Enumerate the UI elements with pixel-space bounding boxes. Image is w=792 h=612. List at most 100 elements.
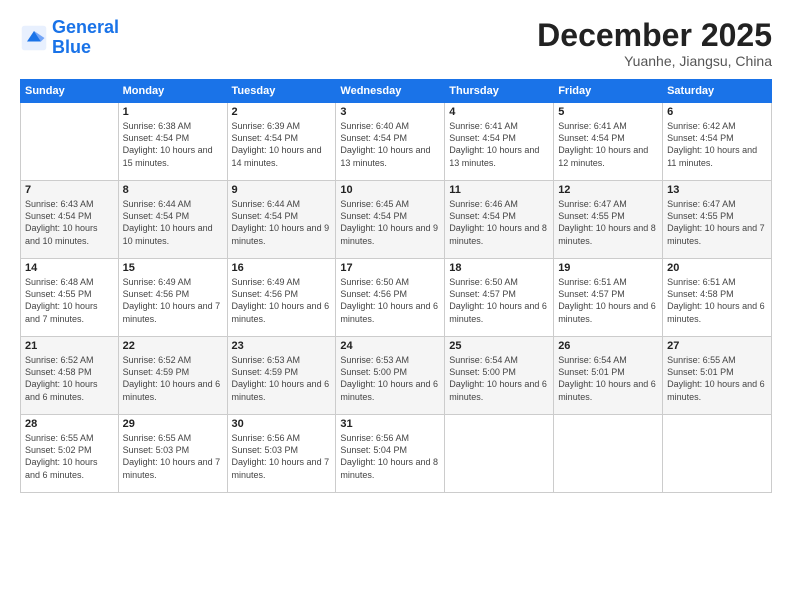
cell-info: Sunrise: 6:52 AMSunset: 4:58 PMDaylight:… [25, 355, 98, 401]
cell-info: Sunrise: 6:51 AMSunset: 4:57 PMDaylight:… [558, 277, 656, 323]
weekday-header-saturday: Saturday [663, 80, 772, 103]
cell-info: Sunrise: 6:41 AMSunset: 4:54 PMDaylight:… [449, 121, 539, 167]
cell-info: Sunrise: 6:53 AMSunset: 4:59 PMDaylight:… [232, 355, 330, 401]
cell-info: Sunrise: 6:55 AMSunset: 5:01 PMDaylight:… [667, 355, 765, 401]
day-number: 14 [25, 262, 114, 274]
cell-info: Sunrise: 6:47 AMSunset: 4:55 PMDaylight:… [667, 199, 765, 245]
day-number: 10 [340, 184, 440, 196]
day-number: 6 [667, 106, 767, 118]
calendar-cell: 22 Sunrise: 6:52 AMSunset: 4:59 PMDayligh… [118, 337, 227, 415]
cell-info: Sunrise: 6:50 AMSunset: 4:57 PMDaylight:… [449, 277, 547, 323]
calendar-cell: 27 Sunrise: 6:55 AMSunset: 5:01 PMDayligh… [663, 337, 772, 415]
logo: General Blue [20, 18, 119, 58]
cell-info: Sunrise: 6:52 AMSunset: 4:59 PMDaylight:… [123, 355, 221, 401]
cell-info: Sunrise: 6:47 AMSunset: 4:55 PMDaylight:… [558, 199, 656, 245]
day-number: 29 [123, 418, 223, 430]
cell-info: Sunrise: 6:40 AMSunset: 4:54 PMDaylight:… [340, 121, 430, 167]
day-number: 2 [232, 106, 332, 118]
day-number: 7 [25, 184, 114, 196]
calendar-cell: 26 Sunrise: 6:54 AMSunset: 5:01 PMDayligh… [554, 337, 663, 415]
cell-info: Sunrise: 6:46 AMSunset: 4:54 PMDaylight:… [449, 199, 547, 245]
logo-text: General Blue [52, 18, 119, 58]
calendar-cell: 9Sunrise: 6:44 AMSunset: 4:54 PMDaylight… [227, 181, 336, 259]
weekday-header-thursday: Thursday [445, 80, 554, 103]
cell-info: Sunrise: 6:54 AMSunset: 5:01 PMDaylight:… [558, 355, 656, 401]
day-number: 27 [667, 340, 767, 352]
cell-info: Sunrise: 6:49 AMSunset: 4:56 PMDaylight:… [232, 277, 330, 323]
calendar-table: SundayMondayTuesdayWednesdayThursdayFrid… [20, 79, 772, 493]
header-row: SundayMondayTuesdayWednesdayThursdayFrid… [21, 80, 772, 103]
calendar-cell: 28 Sunrise: 6:55 AMSunset: 5:02 PMDayligh… [21, 415, 119, 493]
day-number: 16 [232, 262, 332, 274]
week-row-2: 7Sunrise: 6:43 AMSunset: 4:54 PMDaylight… [21, 181, 772, 259]
calendar-cell: 24Sunrise: 6:53 AMSunset: 5:00 PMDayligh… [336, 337, 445, 415]
day-number: 11 [449, 184, 549, 196]
day-number: 13 [667, 184, 767, 196]
weekday-header-friday: Friday [554, 80, 663, 103]
calendar-cell: 20Sunrise: 6:51 AMSunset: 4:58 PMDayligh… [663, 259, 772, 337]
day-number: 26 [558, 340, 658, 352]
calendar-cell: 18 Sunrise: 6:50 AMSunset: 4:57 PMDayligh… [445, 259, 554, 337]
cell-info: Sunrise: 6:50 AMSunset: 4:56 PMDaylight:… [340, 277, 438, 323]
calendar-cell: 23 Sunrise: 6:53 AMSunset: 4:59 PMDayligh… [227, 337, 336, 415]
calendar-cell: 16 Sunrise: 6:49 AMSunset: 4:56 PMDayligh… [227, 259, 336, 337]
logo-blue: Blue [52, 37, 91, 57]
calendar-cell [445, 415, 554, 493]
day-number: 21 [25, 340, 114, 352]
calendar-cell [21, 103, 119, 181]
day-number: 19 [558, 262, 658, 274]
calendar-cell: 14 Sunrise: 6:48 AMSunset: 4:55 PMDayligh… [21, 259, 119, 337]
week-row-4: 21 Sunrise: 6:52 AMSunset: 4:58 PMDayligh… [21, 337, 772, 415]
calendar-cell: 15Sunrise: 6:49 AMSunset: 4:56 PMDayligh… [118, 259, 227, 337]
cell-info: Sunrise: 6:55 AMSunset: 5:02 PMDaylight:… [25, 433, 98, 479]
day-number: 12 [558, 184, 658, 196]
calendar-cell: 19 Sunrise: 6:51 AMSunset: 4:57 PMDayligh… [554, 259, 663, 337]
day-number: 25 [449, 340, 549, 352]
cell-info: Sunrise: 6:48 AMSunset: 4:55 PMDaylight:… [25, 277, 98, 323]
cell-info: Sunrise: 6:38 AMSunset: 4:54 PMDaylight:… [123, 121, 213, 167]
calendar-cell [663, 415, 772, 493]
calendar-cell: 1Sunrise: 6:38 AMSunset: 4:54 PMDaylight… [118, 103, 227, 181]
cell-info: Sunrise: 6:53 AMSunset: 5:00 PMDaylight:… [340, 355, 438, 401]
header: General Blue December 2025 Yuanhe, Jiang… [20, 18, 772, 69]
week-row-3: 14 Sunrise: 6:48 AMSunset: 4:55 PMDayligh… [21, 259, 772, 337]
weekday-header-tuesday: Tuesday [227, 80, 336, 103]
week-row-1: 1Sunrise: 6:38 AMSunset: 4:54 PMDaylight… [21, 103, 772, 181]
subtitle: Yuanhe, Jiangsu, China [537, 53, 772, 69]
cell-info: Sunrise: 6:41 AMSunset: 4:54 PMDaylight:… [558, 121, 648, 167]
calendar-cell: 8Sunrise: 6:44 AMSunset: 4:54 PMDaylight… [118, 181, 227, 259]
calendar-cell: 6Sunrise: 6:42 AMSunset: 4:54 PMDaylight… [663, 103, 772, 181]
calendar-cell: 2 Sunrise: 6:39 AMSunset: 4:54 PMDaylight… [227, 103, 336, 181]
day-number: 28 [25, 418, 114, 430]
day-number: 20 [667, 262, 767, 274]
cell-info: Sunrise: 6:56 AMSunset: 5:04 PMDaylight:… [340, 433, 438, 479]
calendar-cell: 7Sunrise: 6:43 AMSunset: 4:54 PMDaylight… [21, 181, 119, 259]
weekday-header-wednesday: Wednesday [336, 80, 445, 103]
weekday-header-sunday: Sunday [21, 80, 119, 103]
calendar-cell: 25Sunrise: 6:54 AMSunset: 5:00 PMDayligh… [445, 337, 554, 415]
week-row-5: 28 Sunrise: 6:55 AMSunset: 5:02 PMDayligh… [21, 415, 772, 493]
day-number: 23 [232, 340, 332, 352]
cell-info: Sunrise: 6:55 AMSunset: 5:03 PMDaylight:… [123, 433, 221, 479]
day-number: 17 [340, 262, 440, 274]
calendar-cell: 4Sunrise: 6:41 AMSunset: 4:54 PMDaylight… [445, 103, 554, 181]
cell-info: Sunrise: 6:56 AMSunset: 5:03 PMDaylight:… [232, 433, 330, 479]
calendar-cell: 5 Sunrise: 6:41 AMSunset: 4:54 PMDaylight… [554, 103, 663, 181]
day-number: 3 [340, 106, 440, 118]
day-number: 5 [558, 106, 658, 118]
calendar-cell: 10 Sunrise: 6:45 AMSunset: 4:54 PMDayligh… [336, 181, 445, 259]
calendar-cell [554, 415, 663, 493]
day-number: 22 [123, 340, 223, 352]
calendar-cell: 3 Sunrise: 6:40 AMSunset: 4:54 PMDaylight… [336, 103, 445, 181]
logo-icon [20, 24, 48, 52]
cell-info: Sunrise: 6:44 AMSunset: 4:54 PMDaylight:… [123, 199, 213, 245]
cell-info: Sunrise: 6:49 AMSunset: 4:56 PMDaylight:… [123, 277, 221, 323]
day-number: 18 [449, 262, 549, 274]
page: General Blue December 2025 Yuanhe, Jiang… [0, 0, 792, 612]
cell-info: Sunrise: 6:45 AMSunset: 4:54 PMDaylight:… [340, 199, 438, 245]
cell-info: Sunrise: 6:44 AMSunset: 4:54 PMDaylight:… [232, 199, 330, 245]
cell-info: Sunrise: 6:39 AMSunset: 4:54 PMDaylight:… [232, 121, 322, 167]
title-area: December 2025 Yuanhe, Jiangsu, China [537, 18, 772, 69]
month-title: December 2025 [537, 18, 772, 53]
calendar-cell: 17 Sunrise: 6:50 AMSunset: 4:56 PMDayligh… [336, 259, 445, 337]
